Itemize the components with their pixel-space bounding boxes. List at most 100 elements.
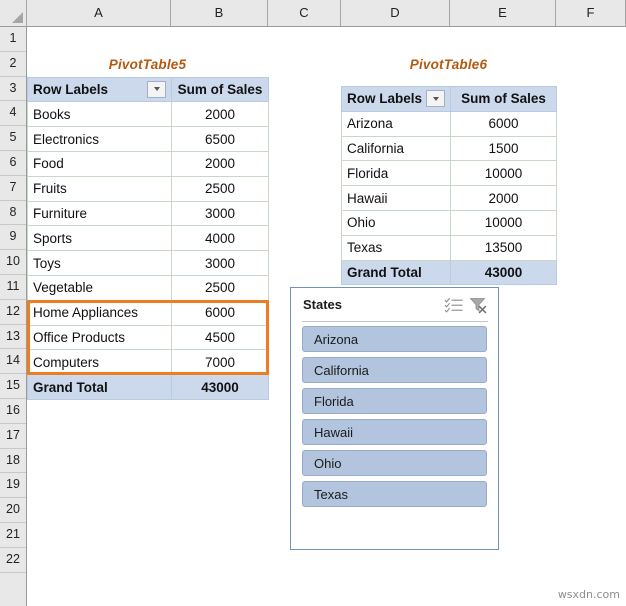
table-row[interactable]: Hawaii 2000 — [340, 185, 558, 211]
table-row[interactable]: Florida 10000 — [340, 160, 558, 187]
row-label-cell[interactable]: Office Products — [27, 324, 172, 351]
row-label-cell[interactable]: Hawaii — [340, 185, 452, 211]
pivot-table-6-grand-total-row[interactable]: Grand Total 43000 — [340, 259, 558, 286]
clear-filter-icon[interactable] — [468, 296, 488, 314]
table-row[interactable]: Ohio 10000 — [340, 209, 558, 236]
row-value-cell[interactable]: 10000 — [450, 209, 558, 236]
row-value-cell[interactable]: 2000 — [450, 185, 558, 211]
table-row[interactable]: Arizona 6000 — [340, 110, 558, 137]
row-value-cell[interactable]: 2000 — [171, 101, 269, 128]
row-label-cell[interactable]: Food — [27, 150, 172, 177]
row-label-cell[interactable]: Sports — [27, 225, 172, 252]
row-label-cell[interactable]: California — [340, 135, 452, 162]
row-value-cell[interactable]: 7000 — [171, 349, 269, 376]
row-header-19[interactable]: 19 — [0, 473, 26, 499]
row-label-cell[interactable]: Electronics — [27, 126, 172, 152]
pivot-table-6-filter-dropdown-icon[interactable] — [426, 90, 446, 108]
row-header-7[interactable]: 7 — [0, 175, 26, 201]
slicer-item[interactable]: Florida — [302, 388, 487, 414]
slicer-item[interactable]: Hawaii — [302, 419, 487, 445]
pivot-table-5-grand-total-row[interactable]: Grand Total 43000 — [27, 374, 269, 400]
table-row[interactable]: Toys 3000 — [27, 250, 269, 276]
slicer-item[interactable]: Ohio — [302, 450, 487, 476]
slicer-item[interactable]: California — [302, 357, 487, 383]
row-header-17[interactable]: 17 — [0, 423, 26, 449]
row-value-cell[interactable]: 6000 — [171, 299, 269, 326]
row-label-cell[interactable]: Computers — [27, 349, 172, 376]
column-header-a[interactable]: A — [27, 0, 171, 26]
row-header-2[interactable]: 2 — [0, 51, 26, 77]
row-label-cell[interactable]: Vegetable — [27, 274, 172, 301]
row-label-cell[interactable]: Toys — [27, 250, 172, 276]
row-label-cell[interactable]: Arizona — [340, 110, 452, 137]
row-header-18[interactable]: 18 — [0, 448, 26, 474]
row-value-cell[interactable]: 13500 — [450, 234, 558, 261]
table-row[interactable]: Vegetable 2500 — [27, 274, 269, 301]
row-header-16[interactable]: 16 — [0, 399, 26, 424]
row-value-cell[interactable]: 4000 — [171, 225, 269, 252]
row-header-8[interactable]: 8 — [0, 200, 26, 226]
select-all-corner[interactable] — [0, 0, 27, 27]
column-header-c[interactable]: C — [268, 0, 341, 26]
table-row[interactable]: California 1500 — [340, 135, 558, 162]
pivot-table-6[interactable]: Row Labels Sum of Sales Arizona 6000 Califor… — [340, 86, 558, 286]
row-header-1[interactable]: 1 — [0, 27, 26, 52]
row-header-15[interactable]: 15 — [0, 374, 26, 399]
states-slicer[interactable]: States Arizona California Florida Hawaii… — [290, 287, 499, 550]
row-label-cell[interactable]: Fruits — [27, 175, 172, 202]
row-header-20[interactable]: 20 — [0, 498, 26, 523]
row-header-14[interactable]: 14 — [0, 349, 26, 375]
row-header-13[interactable]: 13 — [0, 324, 26, 350]
table-row[interactable]: Computers 7000 — [27, 349, 269, 376]
row-value-cell[interactable]: 2500 — [171, 175, 269, 202]
row-value-cell[interactable]: 2000 — [171, 150, 269, 177]
row-header-11[interactable]: 11 — [0, 275, 26, 300]
row-value-cell[interactable]: 3000 — [171, 200, 269, 227]
row-value-cell[interactable]: 2500 — [171, 274, 269, 301]
row-header-5[interactable]: 5 — [0, 126, 26, 151]
row-header-22[interactable]: 22 — [0, 547, 26, 573]
row-header-10[interactable]: 10 — [0, 250, 26, 275]
row-value-cell[interactable]: 4500 — [171, 324, 269, 351]
row-label-cell[interactable]: Books — [27, 101, 172, 128]
row-header-3[interactable]: 3 — [0, 76, 26, 102]
row-label-cell[interactable]: Texas — [340, 234, 452, 261]
pivot-table-5-filter-dropdown-icon[interactable] — [147, 80, 166, 98]
row-header-12[interactable]: 12 — [0, 299, 26, 325]
row-value-cell[interactable]: 1500 — [450, 135, 558, 162]
pivot-table-5[interactable]: Row Labels Sum of Sales Books 2000 Electroni… — [27, 76, 269, 400]
column-header-d[interactable]: D — [341, 0, 450, 26]
table-row[interactable]: Food 2000 — [27, 150, 269, 177]
table-row[interactable]: Furniture 3000 — [27, 200, 269, 227]
row-label-cell[interactable]: Florida — [340, 160, 452, 187]
row-value-cell[interactable]: 6500 — [171, 126, 269, 152]
pivot-table-5-sum-header[interactable]: Sum of Sales — [171, 76, 269, 103]
slicer-divider — [302, 321, 488, 322]
row-label-cell[interactable]: Home Appliances — [27, 299, 172, 326]
table-row[interactable]: Electronics 6500 — [27, 126, 269, 152]
pivot-table-6-sum-header[interactable]: Sum of Sales — [450, 86, 558, 112]
row-header-4[interactable]: 4 — [0, 101, 26, 127]
table-row[interactable]: Texas 13500 — [340, 234, 558, 261]
row-value-cell[interactable]: 6000 — [450, 110, 558, 137]
row-value-cell[interactable]: 3000 — [171, 250, 269, 276]
table-row[interactable]: Books 2000 — [27, 101, 269, 128]
row-label-cell[interactable]: Furniture — [27, 200, 172, 227]
pivot-table-6-row-labels-header[interactable]: Row Labels — [340, 86, 452, 112]
row-value-cell[interactable]: 10000 — [450, 160, 558, 187]
column-header-e[interactable]: E — [450, 0, 556, 26]
row-header-9[interactable]: 9 — [0, 225, 26, 251]
table-row[interactable]: Fruits 2500 — [27, 175, 269, 202]
slicer-item[interactable]: Arizona — [302, 326, 487, 352]
row-header-6[interactable]: 6 — [0, 151, 26, 176]
slicer-item[interactable]: Texas — [302, 481, 487, 507]
table-row[interactable]: Home Appliances 6000 — [27, 299, 269, 326]
column-header-f[interactable]: F — [556, 0, 626, 26]
table-row[interactable]: Sports 4000 — [27, 225, 269, 252]
pivot-table-5-row-labels-header[interactable]: Row Labels — [27, 76, 172, 103]
multi-select-icon[interactable] — [444, 296, 464, 314]
row-header-21[interactable]: 21 — [0, 523, 26, 548]
column-header-b[interactable]: B — [171, 0, 268, 26]
table-row[interactable]: Office Products 4500 — [27, 324, 269, 351]
row-label-cell[interactable]: Ohio — [340, 209, 452, 236]
